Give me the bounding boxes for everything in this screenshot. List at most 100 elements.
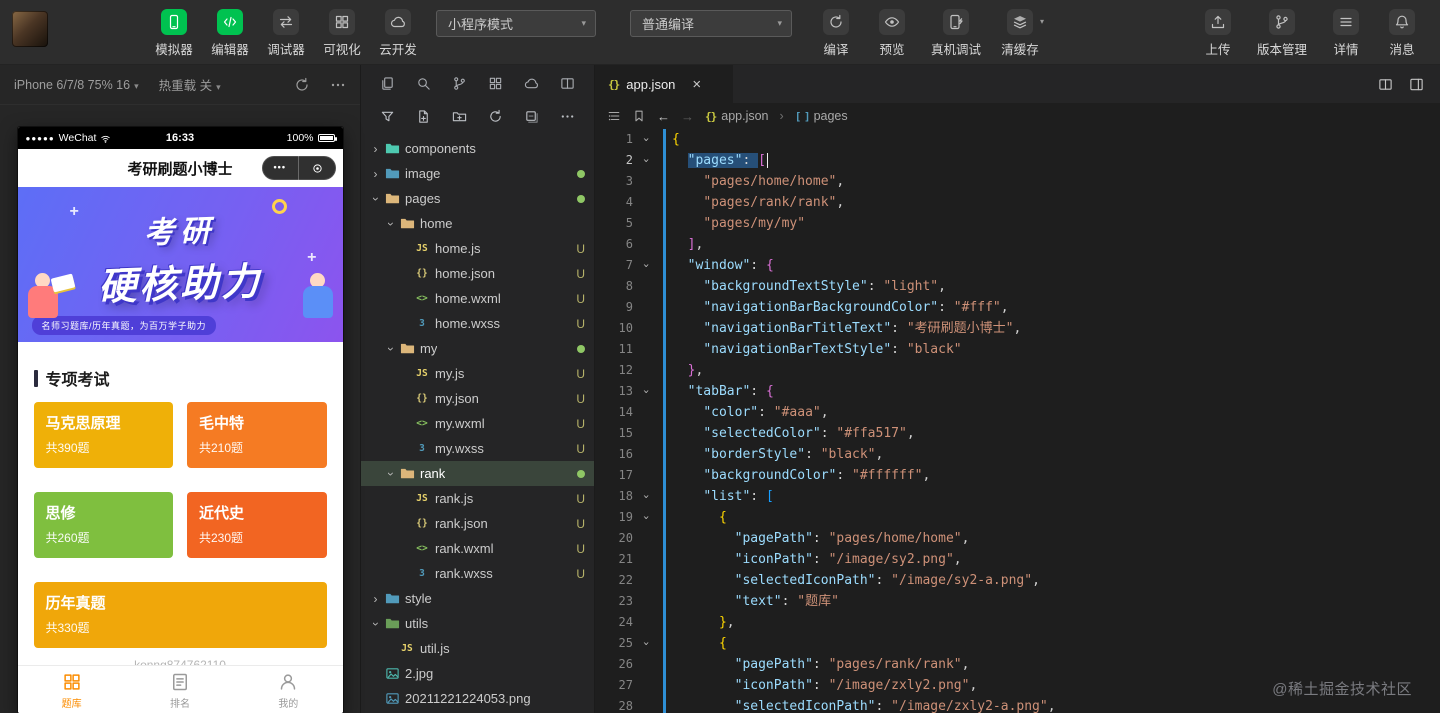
toolbar-version-button[interactable]: 版本管理 [1246,9,1318,58]
toolbar-visualizer-button[interactable]: 可视化 [314,9,370,58]
code-text[interactable]: ], [672,234,704,255]
line-number[interactable]: 13 [595,381,637,402]
code-text[interactable]: "color": "#aaa", [672,402,828,423]
line-number[interactable]: 1 [595,129,637,150]
exam-card[interactable]: 马克思原理 共390题 [33,402,173,468]
search-icon[interactable] [416,76,431,91]
line-number[interactable]: 16 [595,444,637,465]
new-file-icon[interactable] [416,109,431,124]
new-folder-icon[interactable] [452,109,467,124]
extensions-icon[interactable] [488,76,503,91]
line-number[interactable]: 3 [595,171,637,192]
tree-item-my.wxml[interactable]: <> my.wxml U [361,411,594,436]
tree-item-home.json[interactable]: {} home.json U [361,261,594,286]
toolbar-simulator-button[interactable]: 模拟器 [146,9,202,58]
line-number[interactable]: 14 [595,402,637,423]
code-text[interactable]: "navigationBarTitleText": "考研刷题小博士", [672,318,1021,339]
code-text[interactable]: "borderStyle": "black", [672,444,883,465]
hot-reload-toggle[interactable]: 热重载 关 ▾ [159,75,221,94]
fold-icon[interactable]: › [637,129,655,150]
compile-mode-select[interactable]: 普通编译 ▾ [630,10,792,37]
tree-item-home.wxss[interactable]: 3 home.wxss U [361,311,594,336]
tree-item-image[interactable]: › image [361,161,594,186]
line-number[interactable]: 9 [595,297,637,318]
fold-icon[interactable]: › [637,486,655,507]
editor-tab-appjson[interactable]: {} app.json × [595,65,733,103]
tree-item-utils[interactable]: › utils [361,611,594,636]
tree-item-util.js[interactable]: JS util.js [361,636,594,661]
code-text[interactable]: "backgroundTextStyle": "light", [672,276,946,297]
line-number[interactable]: 21 [595,549,637,570]
tree-item-home.wxml[interactable]: <> home.wxml U [361,286,594,311]
fold-icon[interactable]: › [637,381,655,402]
toolbar-cloud-dev-button[interactable]: 云开发 [370,9,426,58]
code-text[interactable]: "navigationBarTextStyle": "black" [672,339,961,360]
line-number[interactable]: 20 [595,528,637,549]
line-number[interactable]: 22 [595,570,637,591]
code-text[interactable]: "backgroundColor": "#ffffff", [672,465,930,486]
outline-icon[interactable] [607,109,621,123]
forward-icon[interactable]: → [681,109,694,124]
refresh-icon[interactable] [488,109,503,124]
code-text[interactable]: { [672,129,680,150]
tree-item-components[interactable]: › components [361,136,594,161]
exam-card[interactable]: 历年真题 共330题 [33,582,327,648]
code-text[interactable]: "pages": [ [672,150,769,171]
tree-item-my.js[interactable]: JS my.js U [361,361,594,386]
fold-icon[interactable]: › [637,633,655,654]
toolbar-editor-button[interactable]: 编辑器 [202,9,258,58]
hero-banner[interactable]: 考研 硬核助力 名师习题库/历年真题，为百万学子助力 + + [17,187,343,342]
branch-icon[interactable] [452,76,467,91]
line-number[interactable]: 17 [595,465,637,486]
more-icon[interactable] [330,77,346,93]
code-text[interactable]: "pages/home/home", [672,171,844,192]
filter-icon[interactable] [380,109,395,124]
code-text[interactable]: "selectedColor": "#ffa517", [672,423,914,444]
tree-item-rank.json[interactable]: {} rank.json U [361,511,594,536]
code-text[interactable]: "iconPath": "/image/zxly2.png", [672,675,978,696]
code-text[interactable]: "navigationBarBackgroundColor": "#fff", [672,297,1008,318]
split-editor-icon[interactable] [1378,77,1393,92]
cloud-icon[interactable] [524,76,539,91]
line-number[interactable]: 15 [595,423,637,444]
code-text[interactable]: }, [672,360,704,381]
tree-item-home[interactable]: › home [361,211,594,236]
collapse-all-icon[interactable] [524,109,539,124]
line-number[interactable]: 28 [595,696,637,713]
line-number[interactable]: 12 [595,360,637,381]
files-icon[interactable] [380,76,395,91]
line-number[interactable]: 25 [595,633,637,654]
phone-tab-我的[interactable]: 我的 [234,666,342,713]
line-number[interactable]: 10 [595,318,637,339]
toolbar-preview-button[interactable]: 预览 [864,9,920,58]
fold-icon[interactable]: › [637,150,655,171]
line-number[interactable]: 6 [595,234,637,255]
tree-item-rank.js[interactable]: JS rank.js U [361,486,594,511]
code-text[interactable]: "tabBar": { [672,381,774,402]
tree-item-my.wxss[interactable]: 3 my.wxss U [361,436,594,461]
code-text[interactable]: "pagePath": "pages/home/home", [672,528,970,549]
phone-tab-题库[interactable]: 题库 [18,666,126,713]
exam-card[interactable]: 毛中特 共210题 [187,402,327,468]
code-text[interactable]: "pages/rank/rank", [672,192,844,213]
line-number[interactable]: 23 [595,591,637,612]
more-icon[interactable] [560,109,575,124]
line-number[interactable]: 2 [595,150,637,171]
tree-item-my.json[interactable]: {} my.json U [361,386,594,411]
tree-item-20211221224053.png[interactable]: 20211221224053.png [361,686,594,711]
code-text[interactable]: "list": [ [672,486,773,507]
tree-item-home.js[interactable]: JS home.js U [361,236,594,261]
line-number[interactable]: 5 [595,213,637,234]
bookmark-icon[interactable] [632,109,646,123]
tree-item-2.jpg[interactable]: 2.jpg [361,661,594,686]
code-text[interactable]: }, [672,612,735,633]
line-number[interactable]: 4 [595,192,637,213]
line-number[interactable]: 18 [595,486,637,507]
user-avatar[interactable] [12,11,48,47]
code-text[interactable]: "iconPath": "/image/sy2.png", [672,549,962,570]
code-text[interactable]: "pages/my/my" [672,213,805,234]
exam-card[interactable]: 思修 共260题 [33,492,173,558]
fold-icon[interactable]: › [637,255,655,276]
code-text[interactable]: { [672,633,727,654]
code-text[interactable]: "selectedIconPath": "/image/sy2-a.png", [672,570,1040,591]
